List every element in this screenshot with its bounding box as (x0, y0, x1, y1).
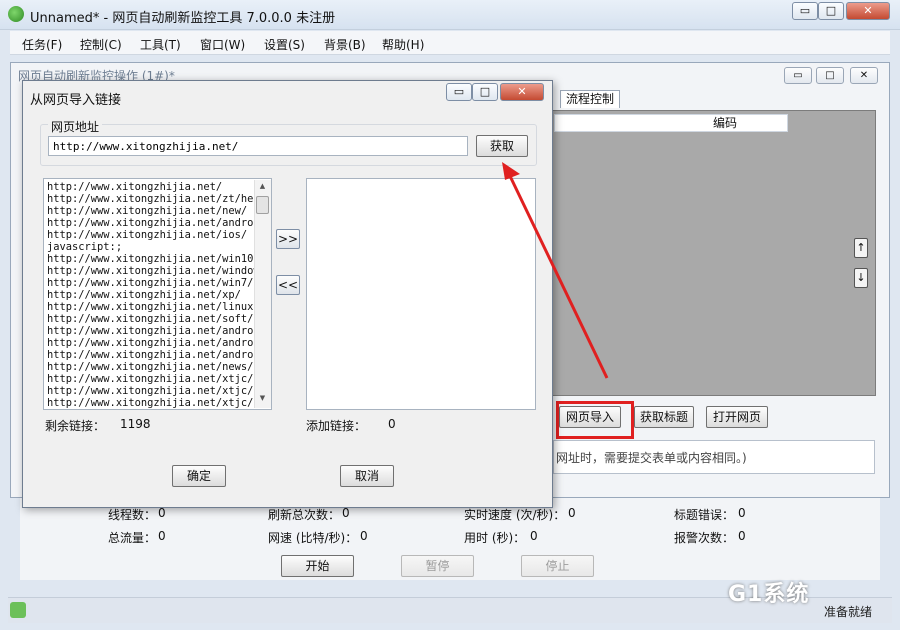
arrow-head-icon (502, 162, 520, 180)
arrow-line (508, 175, 609, 379)
annotation-arrow (502, 162, 609, 379)
